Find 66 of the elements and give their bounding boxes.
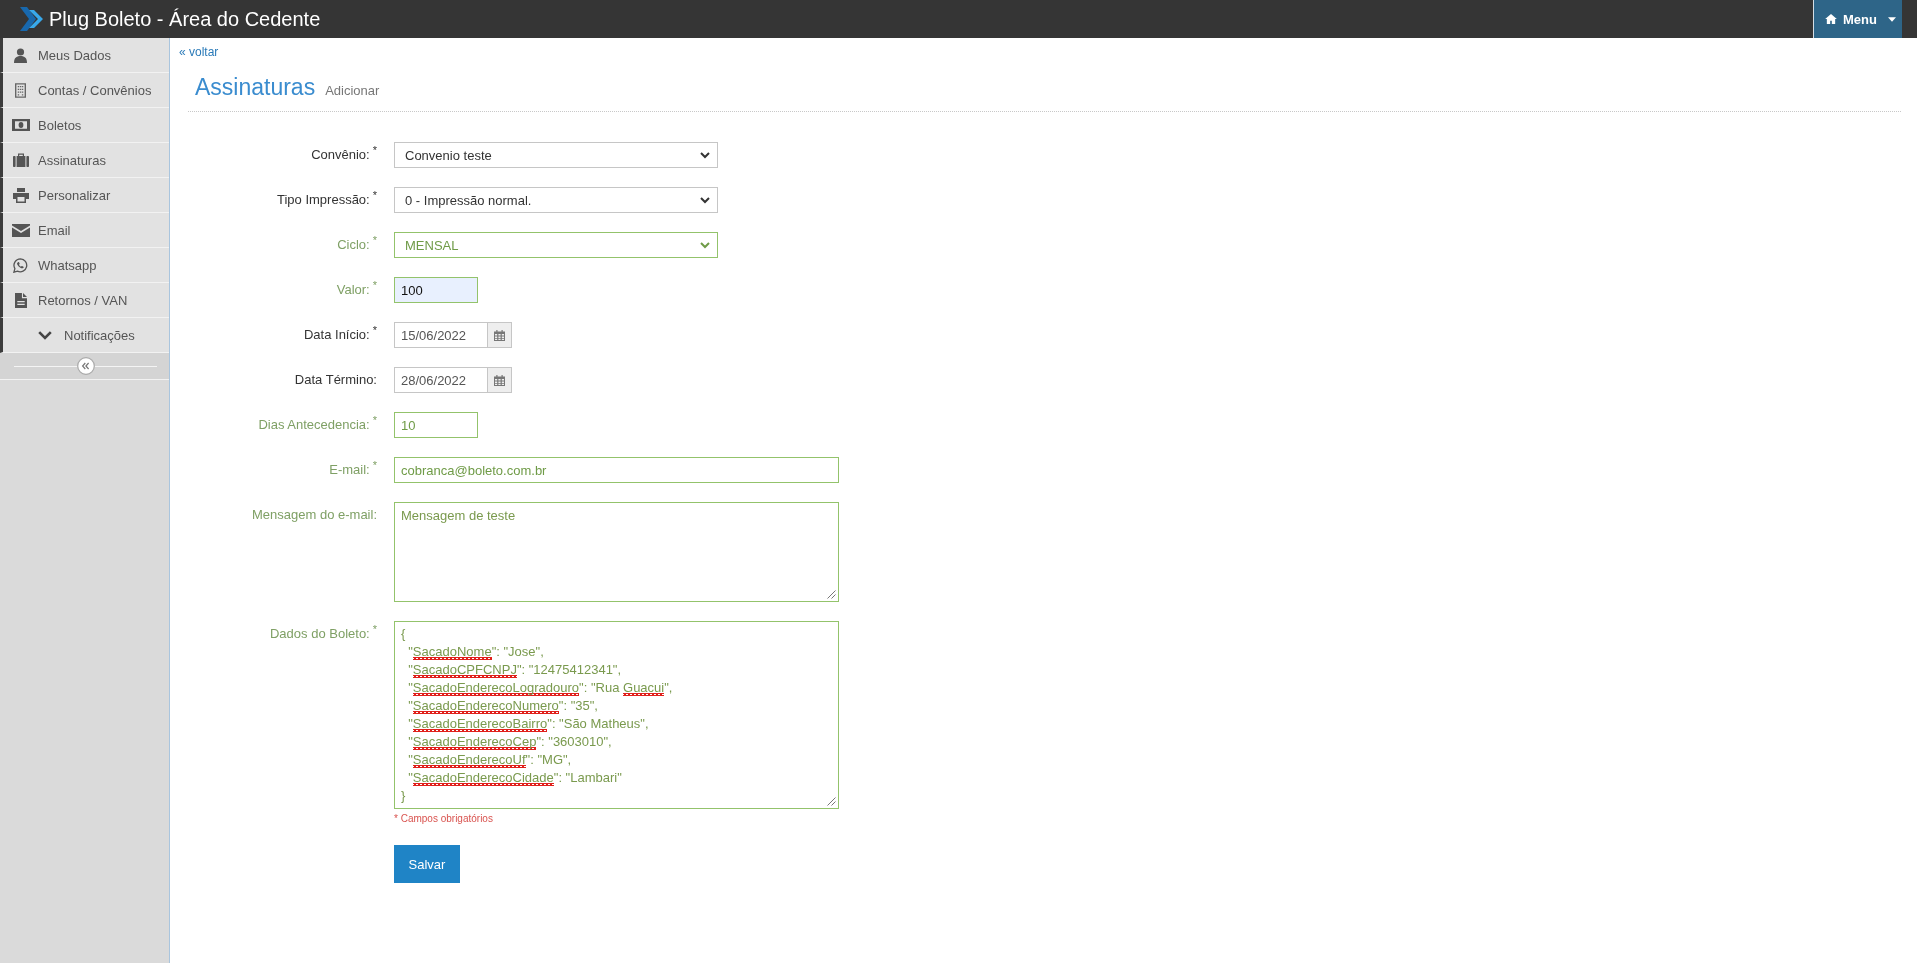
textarea-field[interactable]: Mensagem de teste: [394, 502, 839, 602]
chevron-down-icon: [38, 330, 52, 340]
text-field[interactable]: 100: [394, 277, 478, 303]
sidebar-item[interactable]: Retornos / VAN: [0, 283, 169, 318]
calendar-icon: [494, 374, 505, 386]
field-label: Tipo Impressão:: [277, 192, 370, 207]
field-label: Valor:: [336, 282, 370, 297]
calendar-button[interactable]: [488, 367, 512, 393]
select-field[interactable]: MENSAL: [394, 232, 718, 258]
resize-handle-icon[interactable]: [827, 590, 836, 599]
chevron-down-icon: [700, 151, 710, 159]
field-label: Dias Antecedencia:: [258, 417, 370, 432]
date-field[interactable]: 28/06/2022: [394, 367, 488, 393]
field-label: Convênio:: [311, 147, 370, 162]
field-label: Ciclo:: [337, 237, 370, 252]
home-icon: [1825, 14, 1837, 24]
required-mark: *: [372, 459, 377, 471]
save-button[interactable]: Salvar: [394, 845, 460, 883]
calendar-icon: [494, 329, 505, 341]
chevron-down-icon: [700, 241, 710, 249]
textarea-field[interactable]: { "SacadoNome": "Jose", "SacadoCPFCNPJ": "12475412341", "SacadoEnderecoLogradouro": "Rua Guacui", "SacadoEnderecoNumero": "35", "SacadoEnderecoBairro": "São Matheus", "SacadoEnderecoCep": "3603010", "SacadoEnderecoUf": "MG", "SacadoEnderecoCidade": "Lambari" }: [394, 621, 839, 809]
field-label: Data Início:: [303, 327, 370, 342]
envelope-icon: [11, 223, 30, 237]
sidebar-item[interactable]: Boletos: [0, 108, 169, 143]
back-link[interactable]: « voltar: [179, 45, 219, 59]
sidebar-item[interactable]: Assinaturas: [0, 143, 169, 178]
required-note: * Campos obrigatórios: [394, 813, 493, 825]
calendar-button[interactable]: [488, 322, 512, 348]
text-field[interactable]: cobranca@boleto.com.br: [394, 457, 839, 483]
sidebar-item[interactable]: Notificações: [0, 318, 169, 353]
field-label: Mensagem do e-mail:: [252, 507, 377, 522]
user-icon: [14, 47, 27, 63]
briefcase-icon: [12, 153, 29, 167]
printer-icon: [12, 187, 29, 203]
date-field[interactable]: 15/06/2022: [394, 322, 488, 348]
phone-bubble-icon: [13, 257, 28, 273]
required-mark: *: [372, 144, 377, 156]
required-mark: *: [372, 324, 377, 336]
text-field[interactable]: 10: [394, 412, 478, 438]
double-chevron-left-icon[interactable]: [76, 357, 95, 375]
sidebar-item[interactable]: Email: [0, 213, 169, 248]
field-label: Data Término:: [294, 372, 377, 387]
required-mark: *: [372, 414, 377, 426]
sidebar-item[interactable]: Contas / Convênios: [0, 73, 169, 108]
sidebar-item[interactable]: Personalizar: [0, 178, 169, 213]
caret-down-icon: [1887, 16, 1896, 22]
field-label: Dados do Boleto:: [270, 626, 370, 641]
field-label: E-mail:: [329, 462, 370, 477]
select-field[interactable]: Convenio teste: [394, 142, 718, 168]
select-field[interactable]: 0 - Impressão normal.: [394, 187, 718, 213]
required-mark: *: [372, 189, 377, 201]
resize-handle-icon[interactable]: [827, 797, 836, 806]
required-mark: *: [372, 234, 377, 246]
chevron-down-icon: [700, 196, 710, 204]
page-subtitle: Adicionar: [325, 83, 380, 98]
document-icon: [14, 292, 27, 308]
required-mark: *: [372, 279, 377, 291]
required-mark: *: [372, 623, 377, 635]
page-title: Assinaturas: [195, 73, 316, 101]
sidebar-item[interactable]: Meus Dados: [0, 38, 169, 73]
building-icon: [15, 82, 26, 98]
menu-button[interactable]: Menu: [1813, 0, 1902, 38]
chevron-logo-icon: [20, 6, 44, 32]
sidebar-item[interactable]: Whatsapp: [0, 248, 169, 283]
app-title: Plug Boleto - Área do Cedente: [49, 7, 321, 31]
banknote-icon: [11, 119, 30, 131]
